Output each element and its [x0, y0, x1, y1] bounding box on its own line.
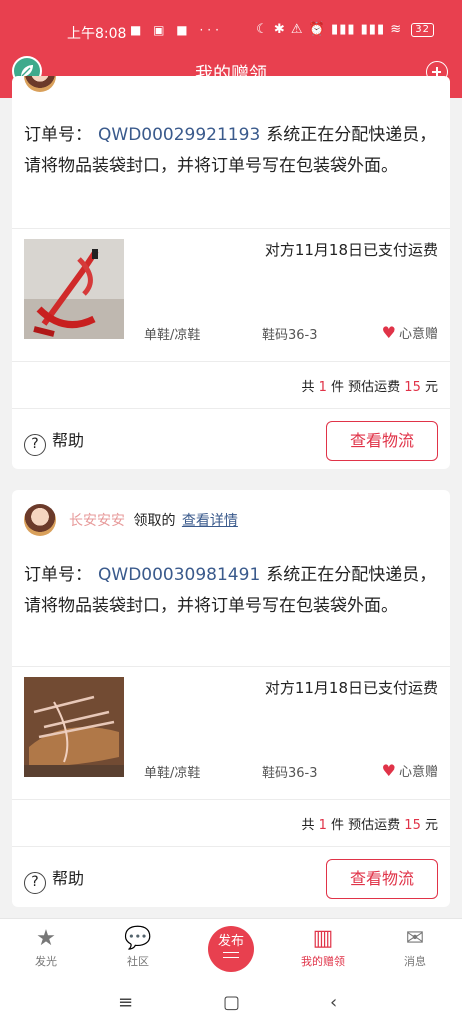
view-logistics-button[interactable]: 查看物流 [326, 421, 438, 461]
item-size: 鞋码36-3 [262, 766, 318, 781]
bottom-tab-bar: ★ 发光 💬 社区 发布 ▥ 我的赠领 ✉ 消息 [0, 918, 462, 980]
total-mid: 件 预估运费 [331, 818, 401, 833]
total-mid: 件 预估运费 [331, 380, 401, 395]
status-bar: 上午8:08 ■ ▣ ■ ··· ☾ ✱ ⚠ ⏰ ▮▮▮ ▮▮▮ ≋ 32 [0, 18, 462, 46]
total-summary: 共 1 件 预估运费 15 元 [301, 814, 438, 833]
avatar[interactable] [24, 504, 56, 536]
total-suffix: 元 [424, 818, 438, 833]
shipping-fee: 15 [404, 380, 421, 395]
total-row: 共 1 件 预估运费 15 元 [12, 362, 450, 408]
order-message: 订单号： QWD00029921193 系统正在分配快递员，请将物品装袋封口，并将订… [12, 100, 450, 228]
gift-box-icon: ▥ [312, 926, 334, 951]
heart-icon: ♥ [381, 323, 396, 342]
item-row[interactable]: 对方11月18日已支付运费 单鞋/凉鞋 鞋码36-3 ♥ 心意赠 [12, 229, 450, 361]
system-icons: ☾ ✱ ⚠ ⏰ ▮▮▮ ▮▮▮ ≋ [256, 22, 403, 37]
order-message: 订单号： QWD00030981491 系统正在分配快递员，请将物品装袋封口，并将订… [12, 546, 450, 666]
total-prefix: 共 [301, 818, 315, 833]
claimer-line [69, 76, 75, 80]
order-card: 长安安安 领取的 查看详情 订单号： QWD00030981491 系统正在分配快递… [12, 490, 450, 907]
card-header: 长安安安 领取的 查看详情 [12, 490, 450, 546]
item-category: 单鞋/凉鞋 [144, 766, 201, 781]
view-detail-link[interactable]: 查看详情 [182, 513, 238, 529]
action-row: ? 帮助 查看物流 [12, 847, 450, 907]
menu-icon[interactable]: ≡ [118, 992, 133, 1013]
item-count: 1 [318, 818, 327, 833]
tab-label: 我的赠领 [301, 955, 345, 968]
claimer-name[interactable]: 长安安安 [69, 513, 125, 529]
gift-tag-label: 心意赠 [398, 327, 438, 342]
question-icon: ? [24, 434, 46, 456]
help-label: 帮助 [52, 431, 85, 450]
total-suffix: 元 [424, 380, 438, 395]
chat-bubble-icon: 💬 [124, 926, 152, 951]
menu-lines-icon [223, 952, 239, 958]
tab-my-gifts[interactable]: ▥ 我的赠领 [283, 925, 363, 969]
shipping-fee: 15 [404, 818, 421, 833]
order-card: 订单号： QWD00029921193 系统正在分配快递员，请将物品装袋封口，并将订… [12, 76, 450, 469]
help-button[interactable]: ? 帮助 [24, 427, 84, 456]
shipping-paid-text: 对方11月18日已支付运费 [264, 241, 438, 259]
help-button[interactable]: ? 帮助 [24, 865, 84, 894]
total-row: 共 1 件 预估运费 15 元 [12, 800, 450, 846]
item-size: 鞋码36-3 [262, 328, 318, 343]
item-category: 单鞋/凉鞋 [144, 328, 201, 343]
total-prefix: 共 [301, 380, 315, 395]
home-square-icon[interactable]: ▢ [223, 992, 240, 1013]
order-label: 订单号： [24, 565, 92, 585]
tab-label: 社区 [127, 955, 149, 968]
item-count: 1 [318, 380, 327, 395]
avatar[interactable] [24, 76, 56, 92]
claim-verb: 领取的 [133, 513, 176, 529]
question-icon: ? [24, 872, 46, 894]
item-row[interactable]: 对方11月18日已支付运费 单鞋/凉鞋 鞋码36-3 ♥ 心意赠 [12, 667, 450, 799]
star-icon: ★ [36, 926, 56, 951]
tan-heel-photo [24, 677, 124, 777]
order-number: QWD00030981491 [98, 565, 261, 585]
card-header [12, 76, 450, 100]
heart-icon: ♥ [381, 761, 396, 780]
shipping-paid-text: 对方11月18日已支付运费 [264, 679, 438, 697]
publish-button[interactable]: 发布 [208, 926, 254, 972]
tab-glow[interactable]: ★ 发光 [6, 925, 86, 969]
battery-icon: 32 [411, 23, 434, 37]
status-indicators: ■ ▣ ■ ··· [130, 23, 223, 37]
status-time: 上午8:08 [67, 26, 127, 42]
tab-community[interactable]: 💬 社区 [98, 925, 178, 969]
system-nav-bar: ≡ ▢ ‹ [0, 980, 462, 1028]
gift-tag: ♥ 心意赠 [382, 761, 438, 780]
publish-label: 发布 [217, 934, 244, 949]
tab-label: 发光 [35, 955, 57, 968]
order-number: QWD00029921193 [98, 125, 261, 145]
tab-label: 消息 [404, 955, 426, 968]
gift-tag-label: 心意赠 [398, 765, 438, 780]
claimer-line: 长安安安 领取的 查看详情 [69, 510, 238, 530]
view-logistics-button[interactable]: 查看物流 [326, 859, 438, 899]
status-system-icons: ☾ ✱ ⚠ ⏰ ▮▮▮ ▮▮▮ ≋ 32 [256, 22, 434, 37]
action-row: ? 帮助 查看物流 [12, 409, 450, 469]
total-summary: 共 1 件 预估运费 15 元 [301, 376, 438, 395]
order-label: 订单号： [24, 125, 92, 145]
tab-messages[interactable]: ✉ 消息 [375, 925, 455, 969]
gift-tag: ♥ 心意赠 [382, 323, 438, 342]
red-sandal-photo [24, 239, 124, 339]
back-chevron-icon[interactable]: ‹ [330, 992, 337, 1013]
help-label: 帮助 [52, 869, 85, 888]
mail-icon: ✉ [405, 926, 425, 951]
